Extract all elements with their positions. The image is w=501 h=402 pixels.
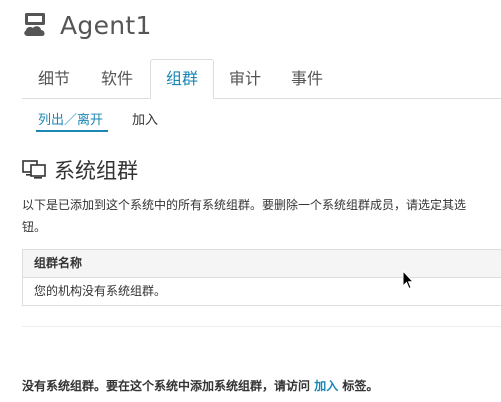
section-description: 以下是已添加到这个系统中的所有系统组群。要删除一个系统组群成员，请选定其选 钮。 bbox=[22, 194, 501, 238]
tab-groups[interactable]: 组群 bbox=[150, 59, 214, 99]
join-link[interactable]: 加入 bbox=[314, 379, 338, 393]
sub-tabs: 列出／离开 加入 bbox=[22, 100, 501, 132]
active-subtab-underline bbox=[36, 130, 108, 132]
footer-text-end: 标签。 bbox=[338, 379, 379, 393]
footer-text: 没有系统组群。要在这个系统中添加系统组群，请访问 bbox=[22, 379, 315, 393]
tab-details[interactable]: 细节 bbox=[26, 60, 82, 97]
primary-tabs: 细节 软件 组群 审计 事件 bbox=[22, 59, 501, 99]
subtab-join[interactable]: 加入 bbox=[132, 109, 158, 128]
tab-events[interactable]: 事件 bbox=[278, 60, 336, 97]
divider bbox=[22, 326, 501, 327]
page-header: Agent1 bbox=[22, 8, 152, 42]
monitor-icon bbox=[22, 160, 46, 179]
section-heading: 系统组群 bbox=[22, 155, 138, 185]
system-groups-table: 组群名称 您的机构没有系统组群。 bbox=[22, 249, 501, 306]
tab-audit[interactable]: 审计 bbox=[216, 60, 274, 97]
table-empty-row: 您的机构没有系统组群。 bbox=[23, 278, 501, 305]
subtab-list-leave[interactable]: 列出／离开 bbox=[38, 109, 103, 128]
server-icon bbox=[24, 13, 45, 36]
column-header-group-name[interactable]: 组群名称 bbox=[23, 250, 501, 278]
section-title: 系统组群 bbox=[54, 159, 138, 183]
mouse-cursor-icon bbox=[402, 270, 414, 290]
description-line: 钮。 bbox=[22, 220, 47, 234]
page: Agent1 细节 软件 组群 审计 事件 列出／离开 加入 系统组群 以下是已… bbox=[0, 0, 501, 402]
tab-software[interactable]: 软件 bbox=[88, 60, 146, 97]
description-line: 以下是已添加到这个系统中的所有系统组群。要删除一个系统组群成员，请选定其选 bbox=[22, 198, 467, 212]
footer-note: 没有系统组群。要在这个系统中添加系统组群，请访问 加入 标签。 bbox=[22, 377, 378, 394]
page-title: Agent1 bbox=[60, 10, 152, 40]
